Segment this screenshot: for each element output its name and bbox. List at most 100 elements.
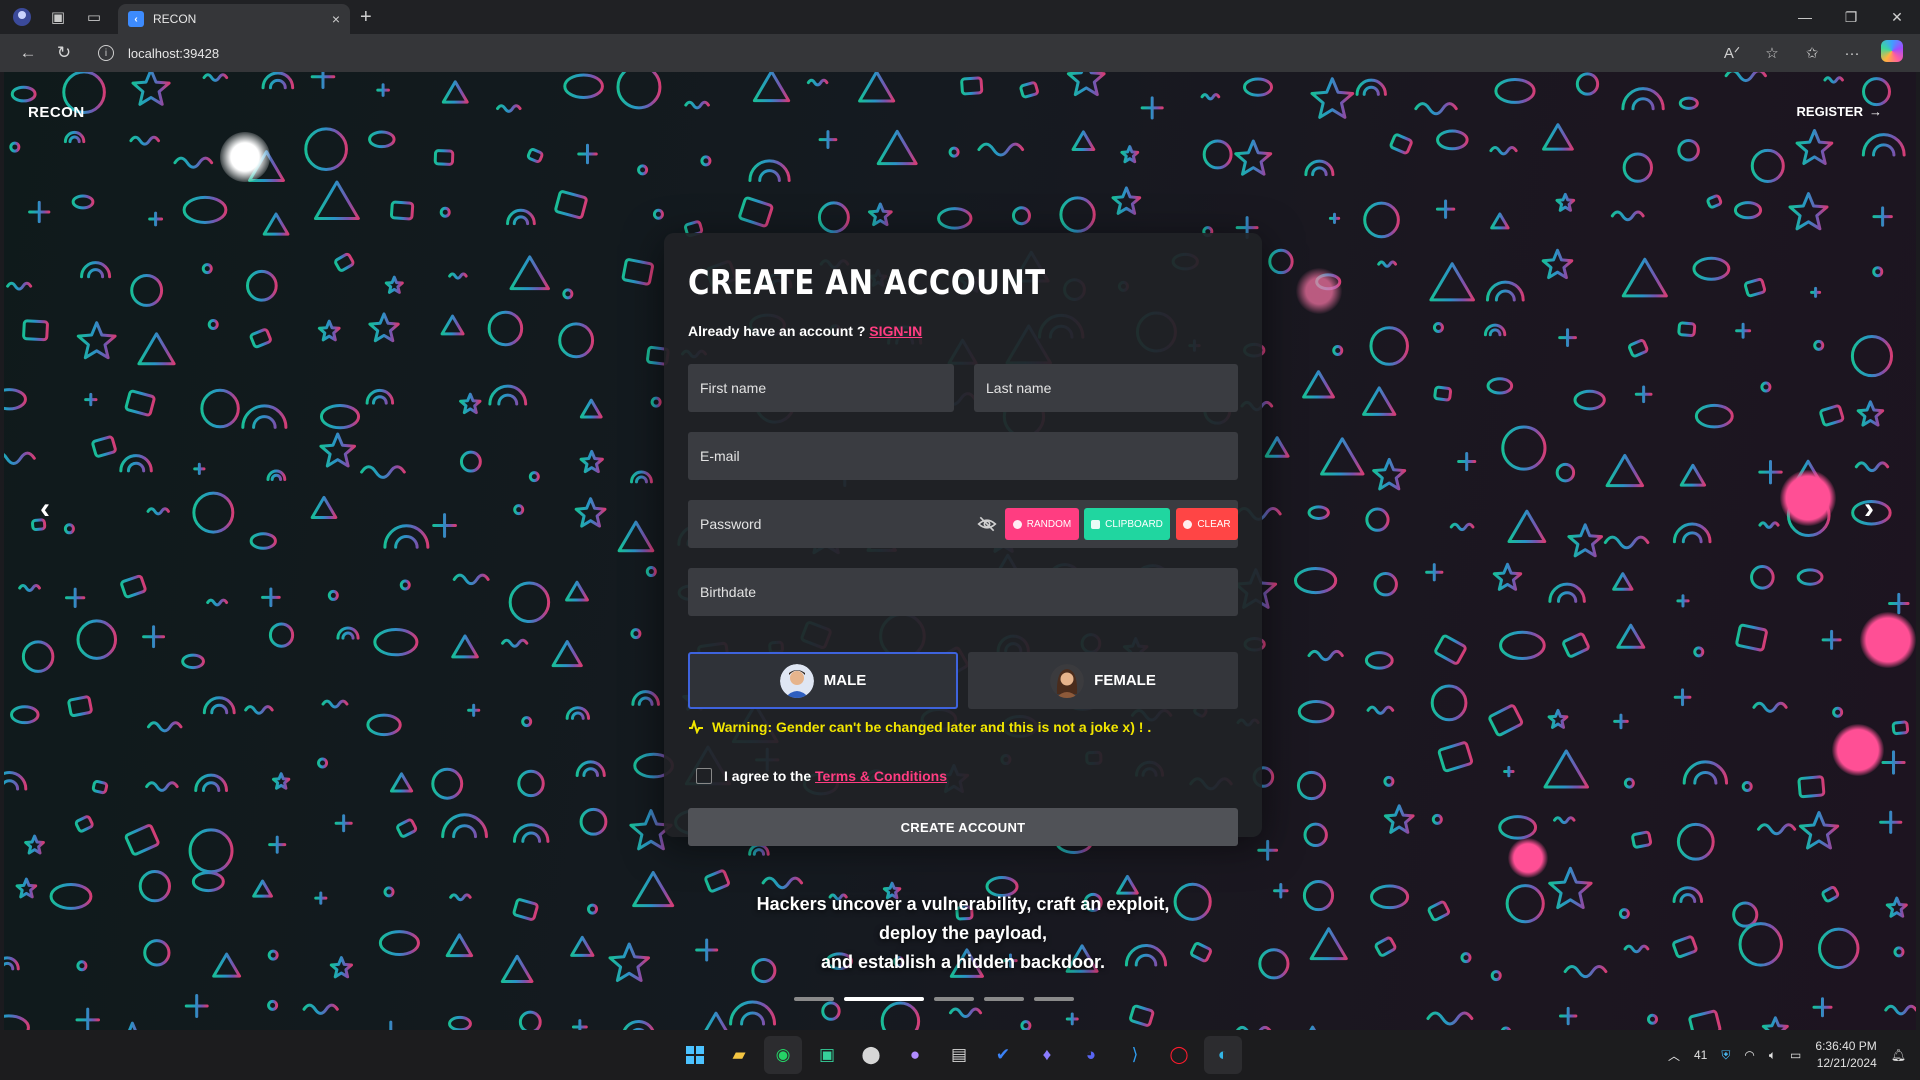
- doodle-shape: [246, 269, 278, 302]
- app-icon[interactable]: ♦: [1028, 1036, 1066, 1074]
- copilot-icon[interactable]: [1872, 40, 1912, 66]
- doodle-shape: [1066, 72, 1106, 97]
- carousel-dot[interactable]: [984, 997, 1024, 1001]
- clock[interactable]: 6:36:40 PM 12/21/2024: [1815, 1038, 1876, 1072]
- profile-icon[interactable]: [8, 3, 36, 31]
- doodle-shape: [554, 190, 588, 220]
- clear-password-button[interactable]: CLEAR: [1176, 508, 1238, 540]
- doodle-shape: [876, 129, 918, 166]
- first-name-field[interactable]: First name: [688, 364, 954, 412]
- birthdate-field[interactable]: Birthdate: [688, 568, 1238, 616]
- doodle-shape: [389, 772, 414, 793]
- favorites-icon[interactable]: ✩: [1792, 44, 1832, 62]
- doodle-shape: [1888, 592, 1910, 615]
- vertical-tabs-icon[interactable]: ▭: [80, 3, 108, 31]
- doodle-shape: [1490, 212, 1510, 230]
- doodle-shape: [1320, 437, 1365, 476]
- doodle-shape: [399, 579, 411, 591]
- eye-slash-icon[interactable]: [977, 515, 997, 533]
- last-name-field[interactable]: Last name: [974, 364, 1238, 412]
- carousel-dot[interactable]: [934, 997, 974, 1001]
- dice-icon: [1012, 519, 1022, 529]
- edge-icon[interactable]: ◐: [1204, 1036, 1242, 1074]
- minimize-icon[interactable]: —: [1782, 0, 1828, 34]
- password-field[interactable]: Password RANDOM CLIPBOARD CLEAR: [688, 500, 1238, 548]
- doodle-shape: [1676, 594, 1690, 608]
- female-label: FEMALE: [1094, 672, 1156, 689]
- doodle-shape: [631, 690, 660, 706]
- back-icon[interactable]: ←: [10, 35, 46, 71]
- vscode-icon[interactable]: ⟩: [1116, 1036, 1154, 1074]
- doodle-shape: [1541, 248, 1574, 280]
- doodle-shape: [268, 622, 295, 648]
- wifi-icon[interactable]: ◠: [1744, 1048, 1754, 1062]
- doodle-shape: [448, 1015, 472, 1030]
- doodle-shape: [1483, 323, 1507, 337]
- opera-icon[interactable]: ◯: [1160, 1036, 1198, 1074]
- email-field[interactable]: E-mail: [688, 432, 1238, 480]
- file-explorer-icon[interactable]: ▰: [720, 1036, 758, 1074]
- new-tab-button[interactable]: +: [360, 6, 372, 29]
- doodle-shape: [378, 930, 420, 956]
- site-info-icon[interactable]: i: [98, 45, 114, 61]
- random-password-button[interactable]: RANDOM: [1005, 508, 1079, 540]
- notification-bell-icon[interactable]: 🔔︎: [1891, 1048, 1906, 1062]
- doodle-shape: [1460, 952, 1472, 964]
- carousel-dot[interactable]: [794, 997, 834, 1001]
- terms-link[interactable]: Terms & Conditions: [815, 768, 947, 784]
- workspaces-icon[interactable]: ▣: [44, 3, 72, 31]
- carousel-next-button[interactable]: ›: [1864, 492, 1874, 526]
- doodle-shape: [1850, 335, 1894, 378]
- url-field[interactable]: i localhost:39428: [98, 45, 219, 61]
- discord-icon[interactable]: ◕: [1072, 1036, 1110, 1074]
- gender-female-option[interactable]: FEMALE: [968, 652, 1238, 709]
- doodle-shape: [261, 72, 295, 90]
- carousel-prev-button[interactable]: ‹: [40, 492, 50, 526]
- favorite-star-icon[interactable]: ☆: [1752, 44, 1792, 62]
- doodle-shape: [304, 127, 348, 172]
- terms-checkbox[interactable]: [696, 768, 712, 784]
- browser-tab[interactable]: ‹ RECON ×: [118, 4, 350, 34]
- terminal-app-icon[interactable]: ▣: [808, 1036, 846, 1074]
- register-link[interactable]: REGISTER →: [1797, 104, 1882, 119]
- battery-icon[interactable]: ▭: [1790, 1048, 1801, 1062]
- terminal-icon[interactable]: ▤: [940, 1036, 978, 1074]
- reload-icon[interactable]: ↻: [46, 35, 82, 71]
- doodle-shape: [329, 956, 353, 979]
- whatsapp-icon[interactable]: ◉: [764, 1036, 802, 1074]
- doodle-shape: [1610, 210, 1645, 222]
- caption-line: Hackers uncover a vulnerability, craft a…: [756, 894, 1170, 914]
- start-icon[interactable]: [676, 1036, 714, 1074]
- read-aloud-icon[interactable]: Aᐟ: [1712, 44, 1752, 62]
- doodle-shape: [1369, 326, 1409, 366]
- clipboard-button[interactable]: CLIPBOARD: [1084, 508, 1170, 540]
- doodle-shape: [432, 513, 457, 538]
- maps-icon[interactable]: ⬤: [852, 1036, 890, 1074]
- carousel-dot[interactable]: [1034, 997, 1074, 1001]
- security-icon[interactable]: ⛨: [1721, 1048, 1730, 1063]
- chevron-up-icon[interactable]: ︿: [1668, 1047, 1680, 1064]
- more-menu-icon[interactable]: ···: [1832, 45, 1872, 62]
- first-name-placeholder: First name: [700, 380, 767, 396]
- github-icon[interactable]: ●: [896, 1036, 934, 1074]
- close-tab-icon[interactable]: ×: [332, 11, 340, 27]
- doodle-shape: [621, 258, 654, 286]
- doodle-shape: [1372, 457, 1407, 491]
- carousel-dot[interactable]: [844, 997, 924, 1001]
- doodle-shape: [120, 574, 147, 599]
- doodle-shape: [365, 388, 395, 405]
- create-account-button[interactable]: CREATE ACCOUNT: [688, 808, 1238, 846]
- doodle-shape: [1679, 463, 1707, 487]
- tray-badge[interactable]: 41: [1694, 1048, 1707, 1062]
- restore-icon[interactable]: ❐: [1828, 0, 1874, 34]
- volume-icon[interactable]: 🔈︎: [1769, 1048, 1776, 1063]
- doodle-shape: [738, 196, 774, 228]
- brand-logo[interactable]: RECON: [28, 104, 85, 121]
- doodle-shape: [579, 449, 604, 474]
- todo-icon[interactable]: ✔: [984, 1036, 1022, 1074]
- doodle-shape: [1786, 493, 1831, 538]
- signin-link[interactable]: SIGN-IN: [869, 323, 922, 339]
- close-window-icon[interactable]: ✕: [1874, 0, 1920, 34]
- doodle-shape: [1490, 970, 1502, 982]
- gender-male-option[interactable]: MALE: [688, 652, 958, 709]
